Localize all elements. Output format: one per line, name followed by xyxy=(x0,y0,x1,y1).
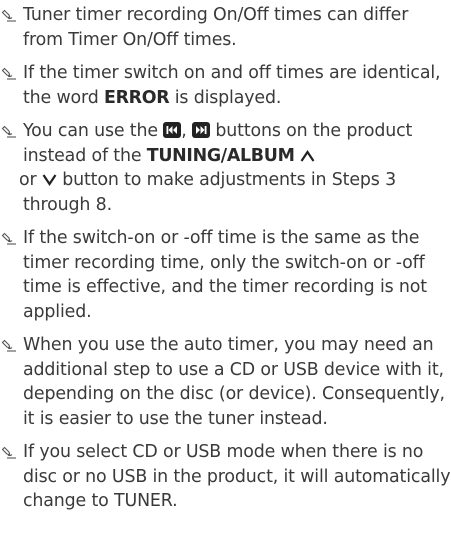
skip-back-button-icon xyxy=(163,122,182,138)
error-keyword: ERROR xyxy=(104,87,170,108)
up-arrow-icon xyxy=(300,149,315,162)
note-text-separator: , xyxy=(181,121,193,141)
note-item-buttons: You can use the , buttons on the product… xyxy=(0,119,451,217)
note-item-cd-usb-mode: If you select CD or USB mode when there … xyxy=(0,440,451,514)
note-text: If the switch-on or -off time is the sam… xyxy=(23,228,427,322)
note-text-after: is displayed. xyxy=(169,87,282,108)
note-text: When you use the auto timer, you may nee… xyxy=(23,335,445,429)
notes-list: Tuner timer recording On/Off times can d… xyxy=(0,3,451,523)
pencil-note-icon xyxy=(1,9,16,22)
note-text: If you select CD or USB mode when there … xyxy=(23,442,451,511)
pencil-note-icon xyxy=(1,125,16,138)
pencil-note-icon xyxy=(1,446,16,459)
pencil-note-icon xyxy=(1,339,16,352)
note-text-after: button to make adjustments in Steps 3 th… xyxy=(23,170,396,215)
note-item-error: If the timer switch on and off times are… xyxy=(0,61,451,110)
tuning-album-keyword: TUNING/ALBUM xyxy=(146,145,295,166)
down-arrow-icon xyxy=(42,174,57,186)
note-text-before: You can use the xyxy=(23,121,164,141)
pencil-note-icon xyxy=(1,232,16,245)
skip-forward-button-icon xyxy=(192,122,211,138)
note-item-recording-times: Tuner timer recording On/Off times can d… xyxy=(0,3,451,52)
note-item-auto-timer: When you use the auto timer, you may nee… xyxy=(0,333,451,431)
note-item-switch-time: If the switch-on or -off time is the sam… xyxy=(0,226,451,324)
note-text: Tuner timer recording On/Off times can d… xyxy=(23,5,409,50)
pencil-note-icon xyxy=(1,67,16,80)
note-text-or: or xyxy=(19,170,42,190)
